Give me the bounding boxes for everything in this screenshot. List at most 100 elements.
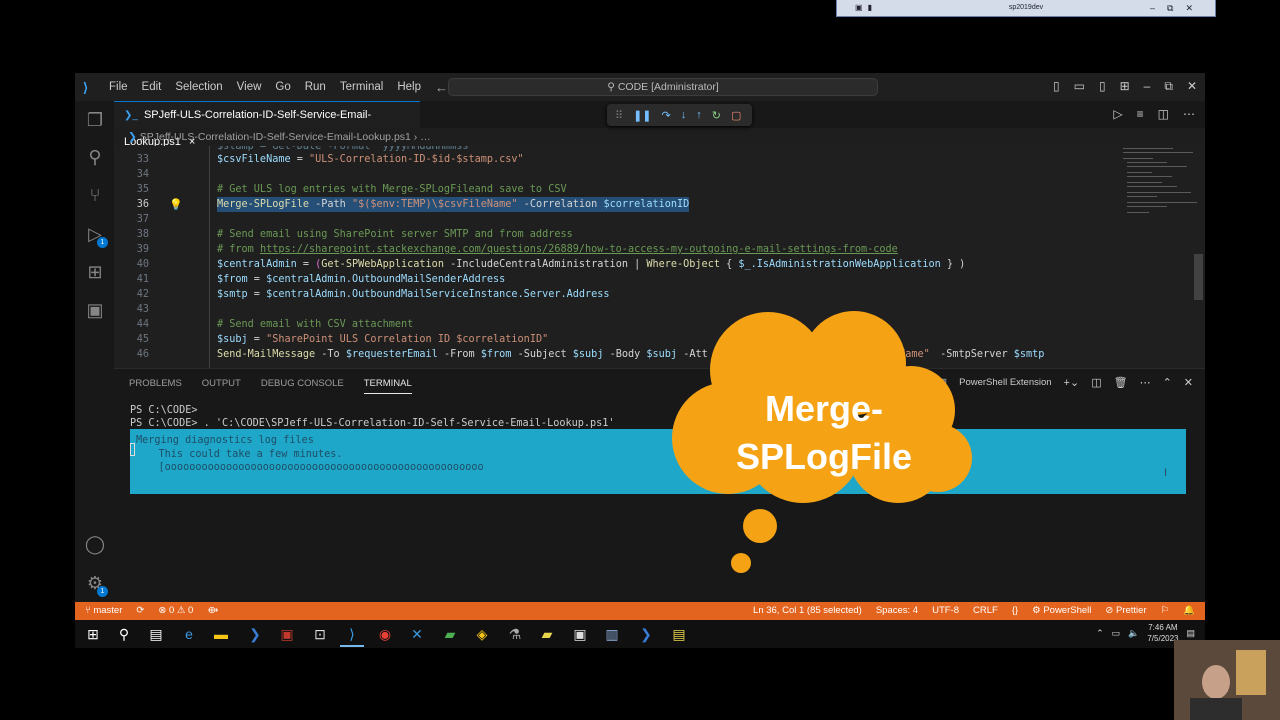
remote-icon[interactable]: ⑂ master	[85, 602, 122, 620]
language-braces[interactable]: {}	[1012, 602, 1018, 620]
pause-icon[interactable]: ❚❚	[633, 109, 651, 122]
app-icon[interactable]: ◈	[473, 625, 491, 643]
toggle-secondary-sidebar-icon[interactable]: ▯	[1099, 79, 1106, 94]
menu-view[interactable]: View	[237, 81, 262, 93]
accounts-icon[interactable]: ◯	[84, 533, 106, 555]
task-view-icon[interactable]: ▤	[147, 625, 165, 643]
prettier-status[interactable]: ⊘ Prettier	[1105, 602, 1146, 620]
tab-problems[interactable]: PROBLEMS	[129, 378, 182, 394]
menu-terminal[interactable]: Terminal	[340, 81, 383, 93]
menu-go[interactable]: Go	[275, 81, 290, 93]
tab-terminal[interactable]: TERMINAL	[363, 378, 412, 394]
more-icon[interactable]: ⋯	[1140, 376, 1151, 389]
command-center[interactable]: ⚲ CODE [Administrator]	[448, 78, 878, 96]
step-over-icon[interactable]: ↷	[662, 109, 671, 122]
notification-center-icon[interactable]: ▤	[1186, 628, 1195, 639]
indentation[interactable]: Spaces: 4	[876, 602, 918, 620]
tab-output[interactable]: OUTPUT	[202, 378, 241, 394]
split-editor-icon[interactable]: ◫	[1158, 107, 1169, 121]
sync-icon[interactable]: ⟳	[136, 602, 144, 620]
file-explorer-icon[interactable]: ▬	[212, 625, 230, 643]
new-terminal-icon[interactable]: +⌄	[1064, 376, 1080, 389]
minimize-icon[interactable]: –	[1150, 3, 1155, 14]
app-icon[interactable]: ⊡	[311, 625, 329, 643]
code-editor[interactable]: $stamp = Get-Date -Format "yyyyMMddHHmms…	[114, 146, 1205, 368]
chrome-icon[interactable]: ◉	[376, 625, 394, 643]
code-line: 34	[136, 169, 149, 180]
app-icon[interactable]: ▥	[603, 625, 621, 643]
window-minimize-icon[interactable]: –	[1144, 79, 1151, 94]
network-icon[interactable]: ▭	[1112, 628, 1121, 639]
restart-icon[interactable]: ↻	[712, 109, 721, 122]
terminal-output[interactable]: PS C:\CODE> PS C:\CODE> . 'C:\CODE\SPJeff…	[130, 404, 615, 430]
encoding[interactable]: UTF-8	[932, 602, 959, 620]
more-actions-icon[interactable]: ⋯	[1183, 107, 1195, 121]
app-icon[interactable]: ▣	[571, 625, 589, 643]
drag-handle-icon[interactable]: ⠿	[615, 109, 623, 122]
edge-icon[interactable]: e	[180, 625, 198, 643]
app-icon[interactable]: ▰	[538, 625, 556, 643]
app-icon[interactable]: ❯	[637, 625, 655, 643]
step-out-icon[interactable]: ↑	[696, 109, 702, 121]
terminal-icon[interactable]: ▣	[84, 299, 106, 321]
run-icon[interactable]: ▷	[1113, 107, 1122, 121]
lightbulb-icon[interactable]: 💡	[169, 197, 183, 212]
split-terminal-icon[interactable]: ◫	[1091, 376, 1101, 389]
stop-icon[interactable]: ▢	[731, 109, 741, 122]
search-icon[interactable]: ⚲	[115, 625, 133, 643]
debug-icon[interactable]: ⟴	[207, 602, 218, 620]
close-panel-icon[interactable]: ✕	[1184, 376, 1193, 389]
tab-debug-console[interactable]: DEBUG CONSOLE	[261, 378, 344, 394]
menu-selection[interactable]: Selection	[175, 81, 222, 93]
cursor-position[interactable]: Ln 36, Col 1 (85 selected)	[753, 602, 862, 620]
problems-indicator[interactable]: ⊗ 0 ⚠ 0	[158, 602, 193, 620]
menu-run[interactable]: Run	[305, 81, 326, 93]
code-line: 40 $centralAdmin = (Get-SPWebApplication …	[136, 259, 966, 270]
back-arrow-icon[interactable]: ←	[435, 80, 448, 95]
tray-chevron-icon[interactable]: ⌃	[1096, 628, 1104, 639]
menu-edit[interactable]: Edit	[142, 81, 162, 93]
window-restore-icon[interactable]: ⧉	[1164, 79, 1173, 94]
explorer-icon[interactable]: ❐	[84, 109, 106, 131]
powershell-file-icon: ❯	[128, 131, 140, 143]
feedback-icon[interactable]: ⚐	[1161, 602, 1170, 620]
minimap[interactable]	[1119, 146, 1197, 236]
app-icon[interactable]: ⚗	[506, 625, 524, 643]
toggle-panel-icon[interactable]: ▭	[1074, 79, 1085, 94]
vertical-scrollbar[interactable]	[1194, 254, 1203, 300]
window-close-icon[interactable]: ✕	[1187, 79, 1197, 94]
vscode-icon[interactable]: ⟩	[343, 625, 361, 643]
breadcrumb-more[interactable]: …	[420, 131, 431, 143]
run-selection-icon[interactable]: ≡	[1137, 107, 1144, 121]
start-icon[interactable]: ⊞	[84, 625, 102, 643]
menu-file[interactable]: File	[109, 81, 128, 93]
app-icon[interactable]: ✕	[408, 625, 426, 643]
breadcrumb-file[interactable]: SPJeff-ULS-Correlation-ID-Self-Service-E…	[140, 131, 411, 143]
step-into-icon[interactable]: ↓	[681, 109, 687, 121]
code-line-active: 36 💡 Merge-SPLogFile -Path "$($env:TEMP)\$…	[136, 197, 690, 212]
maximize-panel-icon[interactable]: ⌃	[1163, 376, 1172, 389]
menu-help[interactable]: Help	[397, 81, 421, 93]
toggle-sidebar-icon[interactable]: ▯	[1053, 79, 1060, 94]
restore-icon[interactable]: ⧉	[1167, 3, 1173, 14]
customize-layout-icon[interactable]: ⊞	[1120, 79, 1130, 94]
app-icon[interactable]: ▤	[670, 625, 688, 643]
editor-tab[interactable]: ❯_ SPJeff-ULS-Correlation-ID-Self-Service…	[114, 101, 420, 148]
presenter-image	[1174, 640, 1280, 720]
command-center-label: CODE [Administrator]	[617, 81, 719, 93]
source-control-icon[interactable]: ⑂	[84, 184, 106, 206]
url-link[interactable]: https://sharepoint.stackexchange.com/que…	[260, 244, 898, 255]
powershell-icon[interactable]: ❯	[246, 625, 264, 643]
language-mode[interactable]: ⚙ PowerShell	[1032, 602, 1091, 620]
line-endings[interactable]: CRLF	[973, 602, 998, 620]
search-icon[interactable]: ⚲	[84, 146, 106, 168]
search-icon: ⚲	[607, 81, 618, 93]
app-icon[interactable]: ▰	[441, 625, 459, 643]
terminal-line: PS C:\CODE>	[130, 405, 198, 416]
volume-icon[interactable]: 🔈	[1128, 628, 1139, 639]
app-icon[interactable]: ▣	[278, 625, 296, 643]
notifications-bell-icon[interactable]: 🔔	[1183, 602, 1195, 620]
extensions-icon[interactable]: ⊞	[84, 261, 106, 283]
trash-icon[interactable]: 🗑	[1114, 376, 1128, 389]
close-icon[interactable]: ✕	[1185, 3, 1193, 14]
